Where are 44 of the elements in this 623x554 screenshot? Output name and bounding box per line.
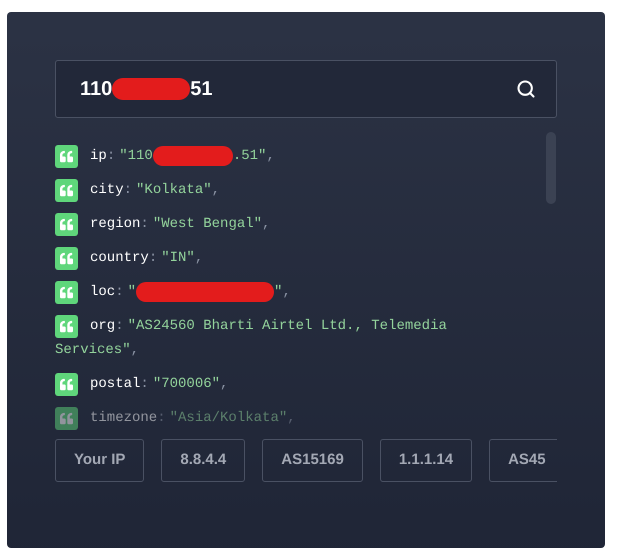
comma-text: , (194, 249, 204, 268)
colon-text: : (106, 147, 116, 166)
comma-text: , (266, 147, 275, 166)
json-key: country (90, 246, 149, 270)
json-value: .51" (232, 147, 266, 166)
comma-text: , (262, 215, 270, 234)
colon-text: : (148, 249, 158, 268)
json-key: org (90, 314, 116, 338)
json-value: "Kolkata" (136, 181, 212, 200)
json-value: "Asia/Kolkata" (170, 409, 288, 428)
search-icon[interactable] (516, 79, 536, 99)
colon-text: : (140, 215, 149, 234)
comma-text: , (282, 283, 291, 302)
comma-text: , (220, 375, 228, 394)
search-field[interactable]: 110 51 (55, 60, 557, 118)
colon-text: : (157, 409, 166, 428)
json-value: " (274, 283, 282, 302)
json-value: "IN" (161, 249, 195, 268)
search-value: 51 (190, 77, 213, 102)
colon-text: : (115, 317, 124, 336)
json-key: ip (90, 144, 107, 168)
comma-text: , (287, 409, 296, 428)
json-value: "110 (119, 147, 153, 166)
colon-text: : (124, 181, 132, 200)
json-key: region (90, 212, 140, 236)
comma-text: , (212, 181, 220, 200)
json-key: postal (90, 372, 140, 396)
json-value: "AS24560 Bharti Airtel Ltd., Telemedia (128, 317, 447, 336)
json-key: loc (90, 280, 116, 304)
comma-text: , (130, 341, 140, 360)
json-value: " (128, 283, 136, 302)
json-key: city (90, 178, 124, 202)
colon-text: : (140, 375, 149, 394)
colon-text: : (115, 283, 124, 302)
search-value: 110 (80, 77, 112, 102)
json-key: timezone (90, 406, 158, 430)
preset-chip[interactable]: AS15169 (262, 439, 363, 482)
preset-chip[interactable]: 8.8.4.4 (161, 439, 246, 482)
json-value: Services" (55, 341, 131, 360)
json-value: "700006" (152, 375, 220, 394)
preset-chip[interactable]: 1.1.1.14 (380, 439, 472, 482)
json-value: "West Bengal" (152, 215, 262, 234)
preset-chip[interactable]: AS45 (489, 439, 557, 482)
preset-chip[interactable]: Your IP (55, 439, 144, 482)
